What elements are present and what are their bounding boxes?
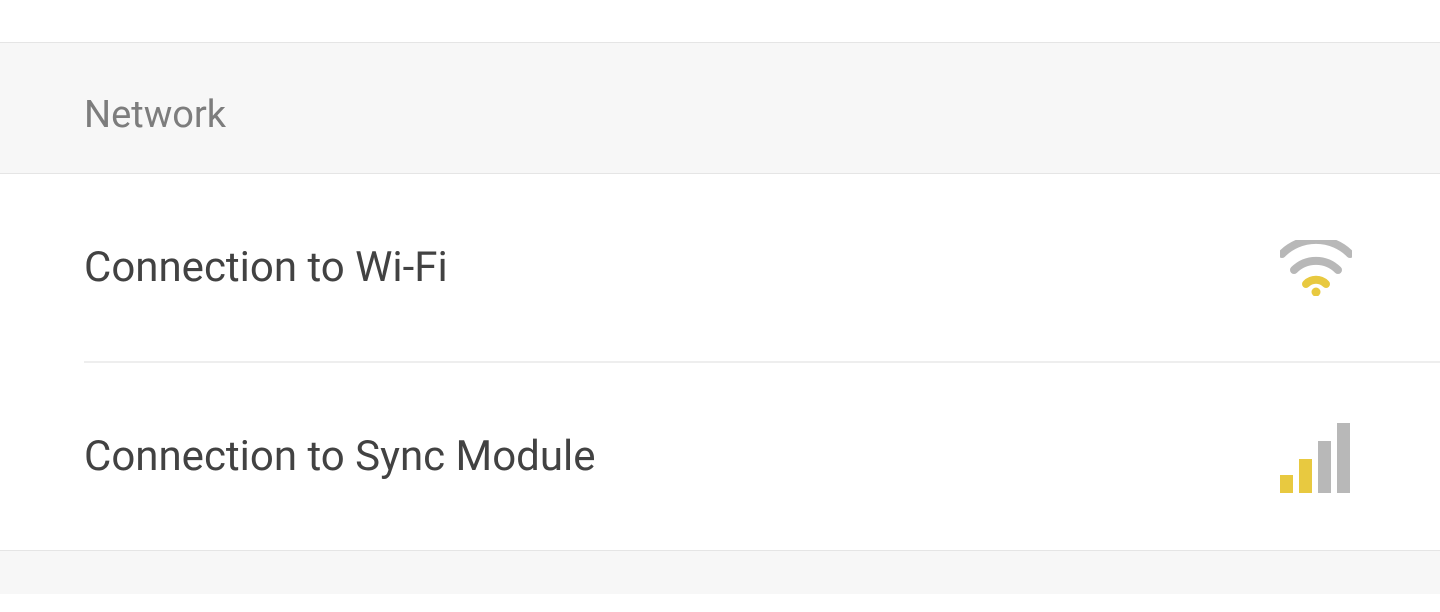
top-spacer: [0, 0, 1440, 42]
wifi-icon: [1276, 228, 1356, 308]
section-header-network: Network: [0, 42, 1440, 174]
list-item-label-sync: Connection to Sync Module: [84, 432, 596, 481]
section-header-label: Network: [84, 93, 226, 137]
list-item-label-wifi: Connection to Wi-Fi: [84, 243, 448, 292]
signal-bars-icon: [1276, 417, 1356, 497]
list-item-wifi[interactable]: Connection to Wi-Fi: [0, 174, 1440, 361]
bottom-spacer: [0, 550, 1440, 594]
list-item-sync-module[interactable]: Connection to Sync Module: [0, 363, 1440, 550]
